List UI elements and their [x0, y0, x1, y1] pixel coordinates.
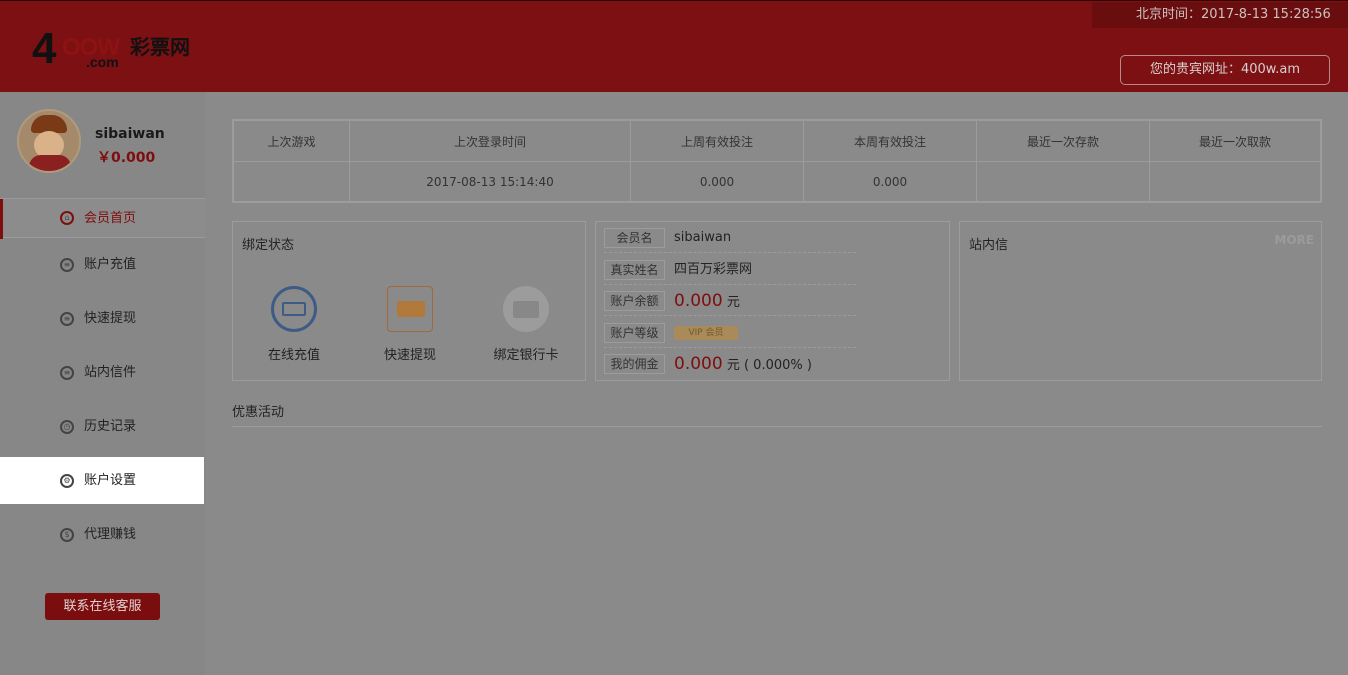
- clock-icon: ◷: [60, 420, 74, 434]
- bank-card-icon: [503, 286, 549, 332]
- account-balance-number: 0.000: [674, 291, 723, 311]
- stats-header: 本周有效投注: [803, 120, 977, 162]
- sidebar-item-home[interactable]: ⌂ 会员首页: [0, 198, 205, 239]
- sidebar-item-withdraw[interactable]: ≡ 快速提现: [0, 292, 205, 346]
- binding-title: 绑定状态: [242, 238, 295, 253]
- account-balance-unit: 元: [726, 295, 740, 310]
- sidebar-item-label: 站内信件: [84, 365, 137, 380]
- commission-row: 我的佣金 0.000 元 ( 0.000% ): [604, 354, 856, 379]
- logo-name: 彩票网: [130, 35, 190, 59]
- sidebar-item-mail[interactable]: ≡ 站内信件: [0, 346, 205, 400]
- member-info-card: 会员名 sibaiwan 真实姓名 四百万彩票网 账户余额 0.000 元 账户…: [595, 221, 950, 381]
- promotions-divider: [232, 426, 1322, 427]
- account-level-value: VIP 会员: [674, 323, 738, 343]
- member-name-value: sibaiwan: [674, 230, 732, 245]
- money-bag-icon: $: [60, 528, 74, 542]
- online-deposit-icon: [271, 286, 317, 332]
- stats-header: 最近一次存款: [976, 120, 1150, 162]
- bind-bank-card-button[interactable]: 绑定银行卡: [481, 286, 571, 363]
- level-badge: VIP 会员: [674, 325, 738, 340]
- messages-title: 站内信: [969, 238, 1009, 253]
- sidebar-item-settings[interactable]: ⚙ 账户设置: [0, 457, 204, 504]
- sidebar-item-label: 快速提现: [84, 311, 137, 326]
- commission-number: 0.000: [674, 354, 723, 374]
- sidebar-item-label: 账户充值: [84, 257, 137, 272]
- sidebar-item-deposit[interactable]: ≡ 账户充值: [0, 238, 205, 292]
- member-name-row: 会员名 sibaiwan: [604, 228, 856, 253]
- sidebar-item-label: 代理赚钱: [84, 527, 137, 542]
- stats-header: 上周有效投注: [630, 120, 804, 162]
- sidebar: sibaiwan ￥0.000 ⌂ 会员首页 ≡ 账户充值 ≡ 快速提现 ≡ 站…: [0, 92, 205, 675]
- mail-icon: ≡: [60, 366, 74, 380]
- sidebar-item-label: 历史记录: [84, 419, 137, 434]
- site-logo[interactable]: 4 OOW 彩票网 .com: [32, 24, 202, 75]
- commission-unit: 元: [726, 358, 740, 373]
- commission-key: 我的佣金: [604, 354, 665, 374]
- online-deposit-label: 在线充值: [267, 348, 320, 363]
- account-level-key: 账户等级: [604, 323, 665, 343]
- top-header: 北京时间：2017-8-13 15:28:56 4 OOW 彩票网 .com 您…: [0, 0, 1348, 92]
- coins-icon: ≡: [60, 258, 74, 272]
- sidebar-nav: ⌂ 会员首页 ≡ 账户充值 ≡ 快速提现 ≡ 站内信件 ◷ 历史记录 ⚙ 账户设…: [0, 198, 205, 562]
- quick-withdraw-label: 快速提现: [383, 348, 436, 363]
- quick-withdraw-icon: [387, 286, 433, 332]
- member-name-key: 会员名: [604, 228, 665, 248]
- stats-cell: [233, 161, 350, 202]
- account-balance-row: 账户余额 0.000 元: [604, 291, 856, 316]
- commission-value: 0.000 元 ( 0.000% ): [674, 354, 812, 376]
- binding-status-card: 绑定状态 在线充值 快速提现 绑定银行卡: [232, 221, 586, 381]
- stats-cell: 0.000: [630, 161, 804, 202]
- account-balance-key: 账户余额: [604, 291, 665, 311]
- sidebar-item-label: 会员首页: [84, 211, 137, 226]
- stats-cell: [1149, 161, 1321, 202]
- bind-bank-card-label: 绑定银行卡: [493, 348, 559, 363]
- stats-header: 最近一次取款: [1149, 120, 1321, 162]
- gear-icon: ⚙: [60, 473, 74, 488]
- real-name-value: 四百万彩票网: [674, 262, 753, 277]
- home-icon: ⌂: [60, 211, 74, 225]
- beijing-time: 北京时间：2017-8-13 15:28:56: [1092, 2, 1348, 28]
- cash-icon: ≡: [60, 312, 74, 326]
- vip-url-button[interactable]: 您的贵宾网址：400w.am: [1120, 55, 1330, 85]
- promotions-title: 优惠活动: [232, 405, 285, 420]
- stats-cell: 2017-08-13 15:14:40: [349, 161, 631, 202]
- real-name-row: 真实姓名 四百万彩票网: [604, 260, 856, 285]
- stats-cell: [976, 161, 1150, 202]
- account-balance-value: 0.000 元: [674, 291, 740, 313]
- sidebar-item-history[interactable]: ◷ 历史记录: [0, 400, 205, 454]
- stats-cell: 0.000: [803, 161, 977, 202]
- quick-withdraw-button[interactable]: 快速提现: [365, 286, 455, 363]
- profile-panel: sibaiwan ￥0.000: [0, 92, 205, 197]
- logo-suffix: .com: [86, 54, 119, 70]
- account-level-row: 账户等级 VIP 会员: [604, 323, 856, 348]
- stats-header: 上次登录时间: [349, 120, 631, 162]
- sidebar-item-agent[interactable]: $ 代理赚钱: [0, 508, 205, 562]
- real-name-key: 真实姓名: [604, 260, 665, 280]
- online-deposit-button[interactable]: 在线充值: [249, 286, 339, 363]
- sidebar-item-label: 账户设置: [84, 473, 137, 488]
- more-link[interactable]: MORE: [1274, 233, 1314, 247]
- account-stats-table: 上次游戏 上次登录时间 上周有效投注 本周有效投注 最近一次存款 最近一次取款 …: [232, 119, 1322, 203]
- stats-header: 上次游戏: [233, 120, 350, 162]
- avatar[interactable]: [17, 109, 81, 173]
- messages-card: 站内信 MORE: [959, 221, 1322, 381]
- commission-percent: ( 0.000% ): [743, 358, 812, 373]
- username: sibaiwan: [95, 126, 165, 142]
- contact-support-button[interactable]: 联系在线客服: [45, 593, 160, 620]
- balance: ￥0.000: [97, 150, 156, 166]
- logo-digit: 4: [32, 24, 57, 73]
